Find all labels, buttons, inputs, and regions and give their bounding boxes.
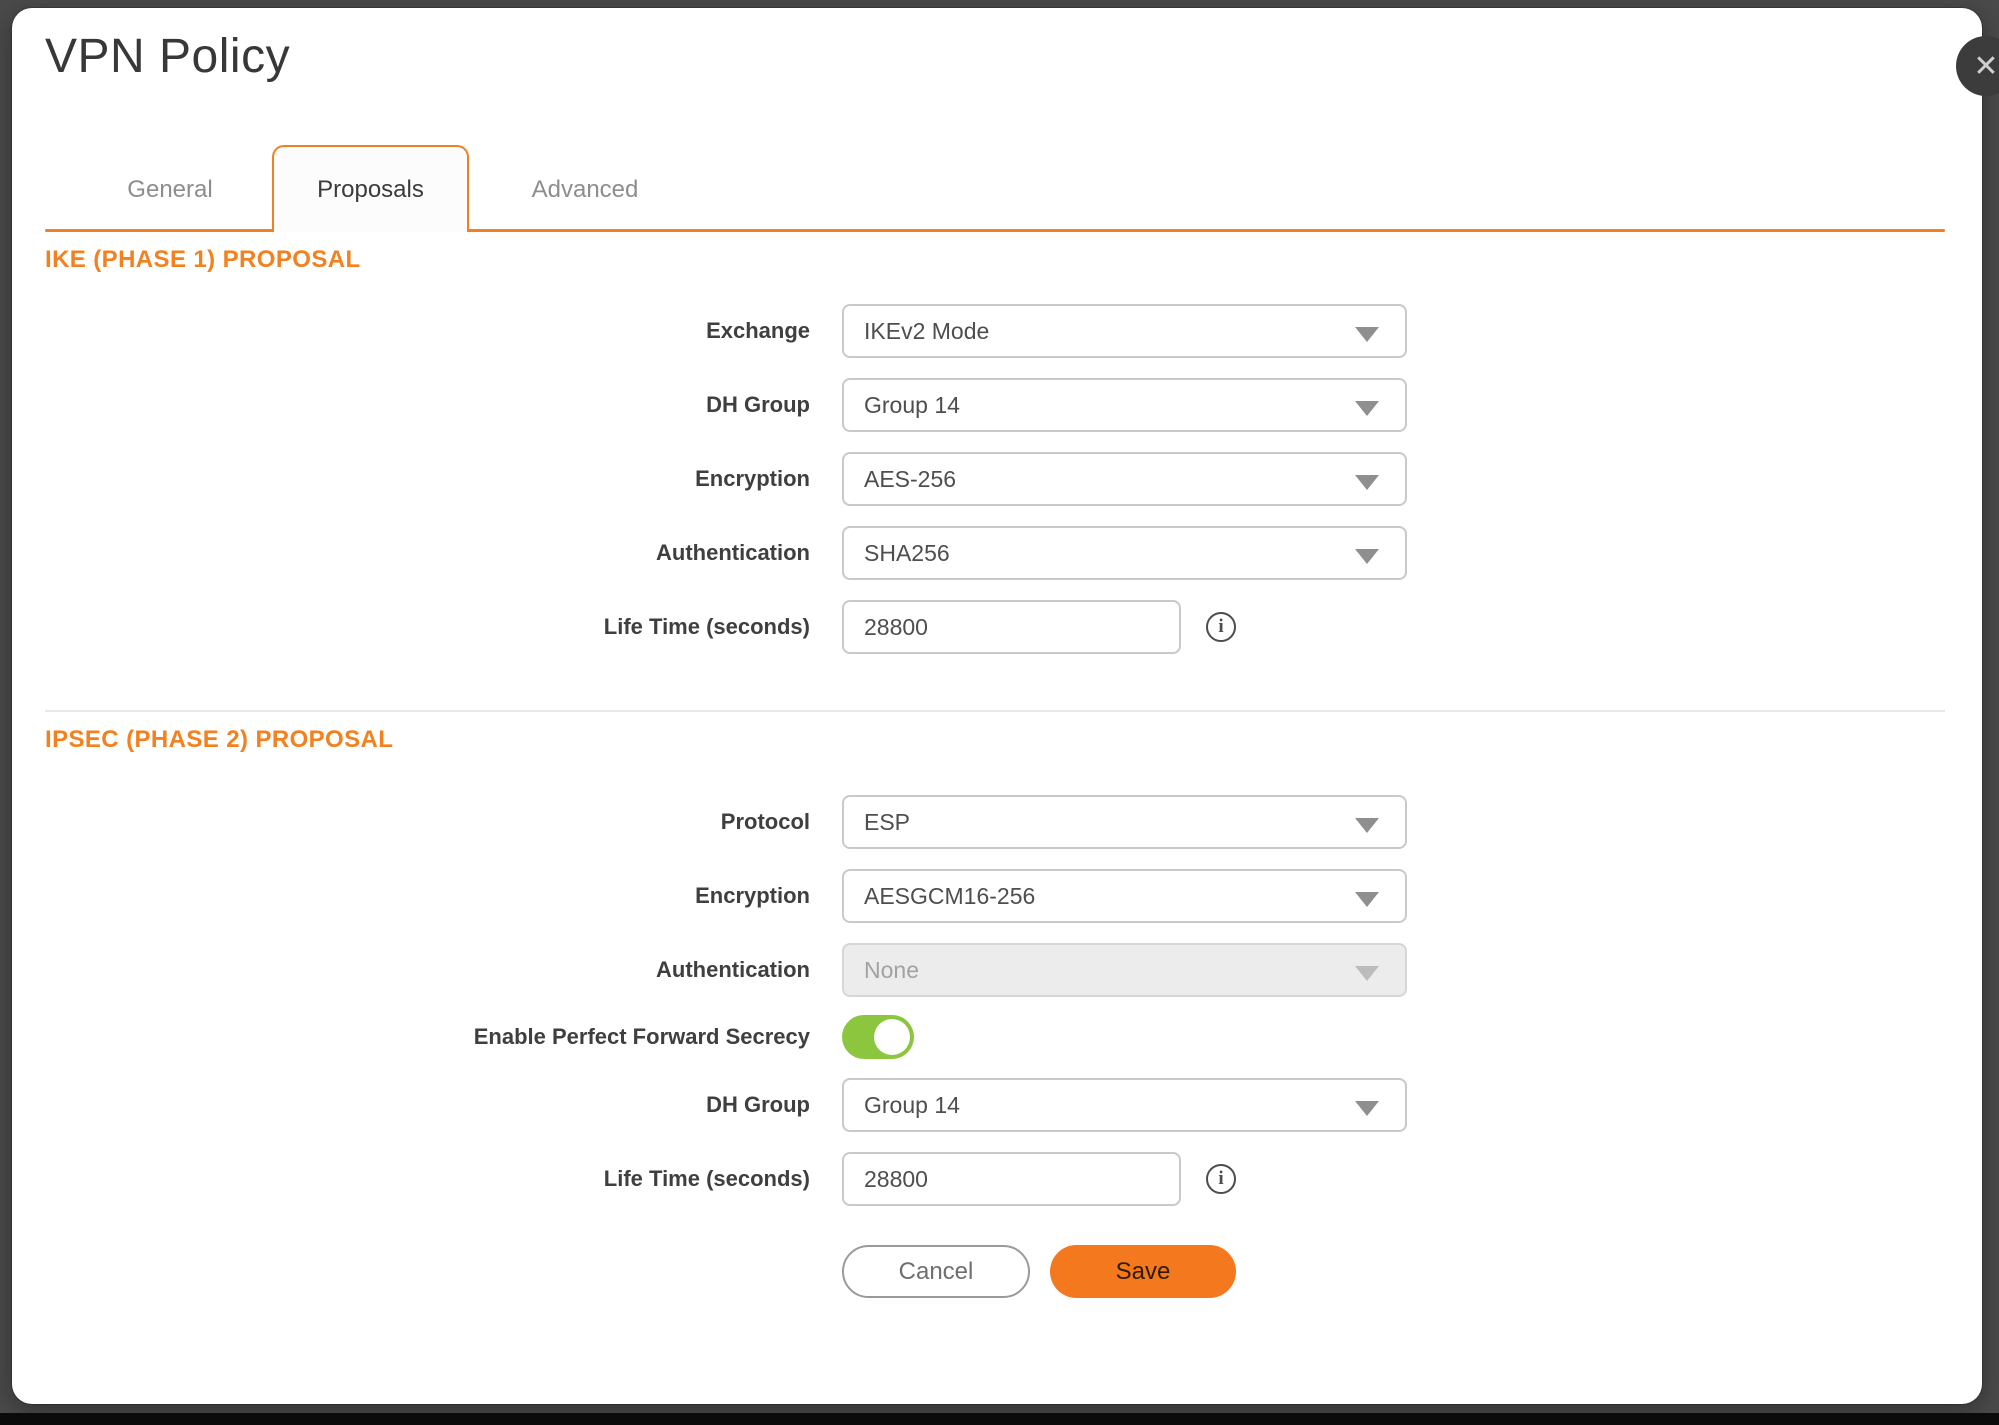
- lifetime-label: Life Time (seconds): [200, 600, 810, 654]
- chevron-down-icon: [1355, 892, 1379, 907]
- chevron-down-icon: [1355, 818, 1379, 833]
- pfs-toggle[interactable]: [842, 1015, 914, 1059]
- tab-general[interactable]: General: [75, 147, 265, 232]
- protocol-dropdown[interactable]: ESP: [842, 795, 1407, 849]
- dh-group-row: DH Group Group 14: [0, 378, 1999, 432]
- authentication-value: SHA256: [864, 540, 950, 567]
- lifetime-row: Life Time (seconds) i: [0, 600, 1999, 654]
- lifetime-field: [842, 600, 1181, 654]
- ipsec-dh-group-dropdown[interactable]: Group 14: [842, 1078, 1407, 1132]
- authentication-row: Authentication SHA256: [0, 526, 1999, 580]
- chevron-down-icon: [1355, 401, 1379, 416]
- chevron-down-icon: [1355, 327, 1379, 342]
- exchange-value: IKEv2 Mode: [864, 318, 989, 345]
- chevron-down-icon: [1355, 475, 1379, 490]
- tab-proposals[interactable]: Proposals: [272, 145, 469, 232]
- cancel-button[interactable]: Cancel: [842, 1245, 1030, 1298]
- save-button[interactable]: Save: [1050, 1245, 1236, 1298]
- bottom-bar: [0, 1413, 1999, 1425]
- ipsec-encryption-label: Encryption: [200, 869, 810, 923]
- chevron-down-icon: [1355, 966, 1379, 981]
- dh-group-value: Group 14: [864, 392, 960, 419]
- section-divider: [45, 710, 1945, 712]
- ipsec-dh-group-label: DH Group: [200, 1078, 810, 1132]
- info-icon[interactable]: i: [1206, 612, 1236, 642]
- toggle-knob: [874, 1019, 910, 1055]
- ipsec-encryption-value: AESGCM16-256: [864, 883, 1035, 910]
- protocol-row: Protocol ESP: [0, 795, 1999, 849]
- ipsec-authentication-dropdown-disabled: None: [842, 943, 1407, 997]
- exchange-dropdown[interactable]: IKEv2 Mode: [842, 304, 1407, 358]
- dialog-title: VPN Policy: [45, 28, 290, 86]
- ipsec-authentication-value: None: [864, 957, 919, 984]
- protocol-label: Protocol: [200, 795, 810, 849]
- chevron-down-icon: [1355, 1101, 1379, 1116]
- pfs-label: Enable Perfect Forward Secrecy: [200, 1010, 810, 1064]
- lifetime-input[interactable]: [864, 602, 1179, 652]
- tab-advanced[interactable]: Advanced: [490, 147, 680, 232]
- authentication-dropdown[interactable]: SHA256: [842, 526, 1407, 580]
- section-heading-ike: IKE (PHASE 1) PROPOSAL: [45, 246, 361, 274]
- ipsec-dh-group-value: Group 14: [864, 1092, 960, 1119]
- info-icon[interactable]: i: [1206, 1164, 1236, 1194]
- ipsec-lifetime-field: [842, 1152, 1181, 1206]
- dh-group-label: DH Group: [200, 378, 810, 432]
- tab-bar: General Proposals Advanced: [45, 146, 1945, 232]
- ipsec-encryption-row: Encryption AESGCM16-256: [0, 869, 1999, 923]
- protocol-value: ESP: [864, 809, 910, 836]
- encryption-value: AES-256: [864, 466, 956, 493]
- ipsec-dh-group-row: DH Group Group 14: [0, 1078, 1999, 1132]
- ipsec-lifetime-input[interactable]: [864, 1154, 1179, 1204]
- page-background: ✕ VPN Policy General Proposals Advanced …: [0, 0, 1999, 1425]
- encryption-dropdown[interactable]: AES-256: [842, 452, 1407, 506]
- ipsec-lifetime-row: Life Time (seconds) i: [0, 1152, 1999, 1206]
- authentication-label: Authentication: [200, 526, 810, 580]
- chevron-down-icon: [1355, 549, 1379, 564]
- ipsec-authentication-row: Authentication None: [0, 943, 1999, 997]
- pfs-row: Enable Perfect Forward Secrecy: [0, 1010, 1999, 1064]
- ipsec-authentication-label: Authentication: [200, 943, 810, 997]
- exchange-row: Exchange IKEv2 Mode: [0, 304, 1999, 358]
- ipsec-encryption-dropdown[interactable]: AESGCM16-256: [842, 869, 1407, 923]
- ipsec-lifetime-label: Life Time (seconds): [200, 1152, 810, 1206]
- dh-group-dropdown[interactable]: Group 14: [842, 378, 1407, 432]
- close-icon: ✕: [1973, 49, 1998, 84]
- exchange-label: Exchange: [200, 304, 810, 358]
- section-heading-ipsec: IPSEC (PHASE 2) PROPOSAL: [45, 726, 393, 754]
- encryption-label: Encryption: [200, 452, 810, 506]
- encryption-row: Encryption AES-256: [0, 452, 1999, 506]
